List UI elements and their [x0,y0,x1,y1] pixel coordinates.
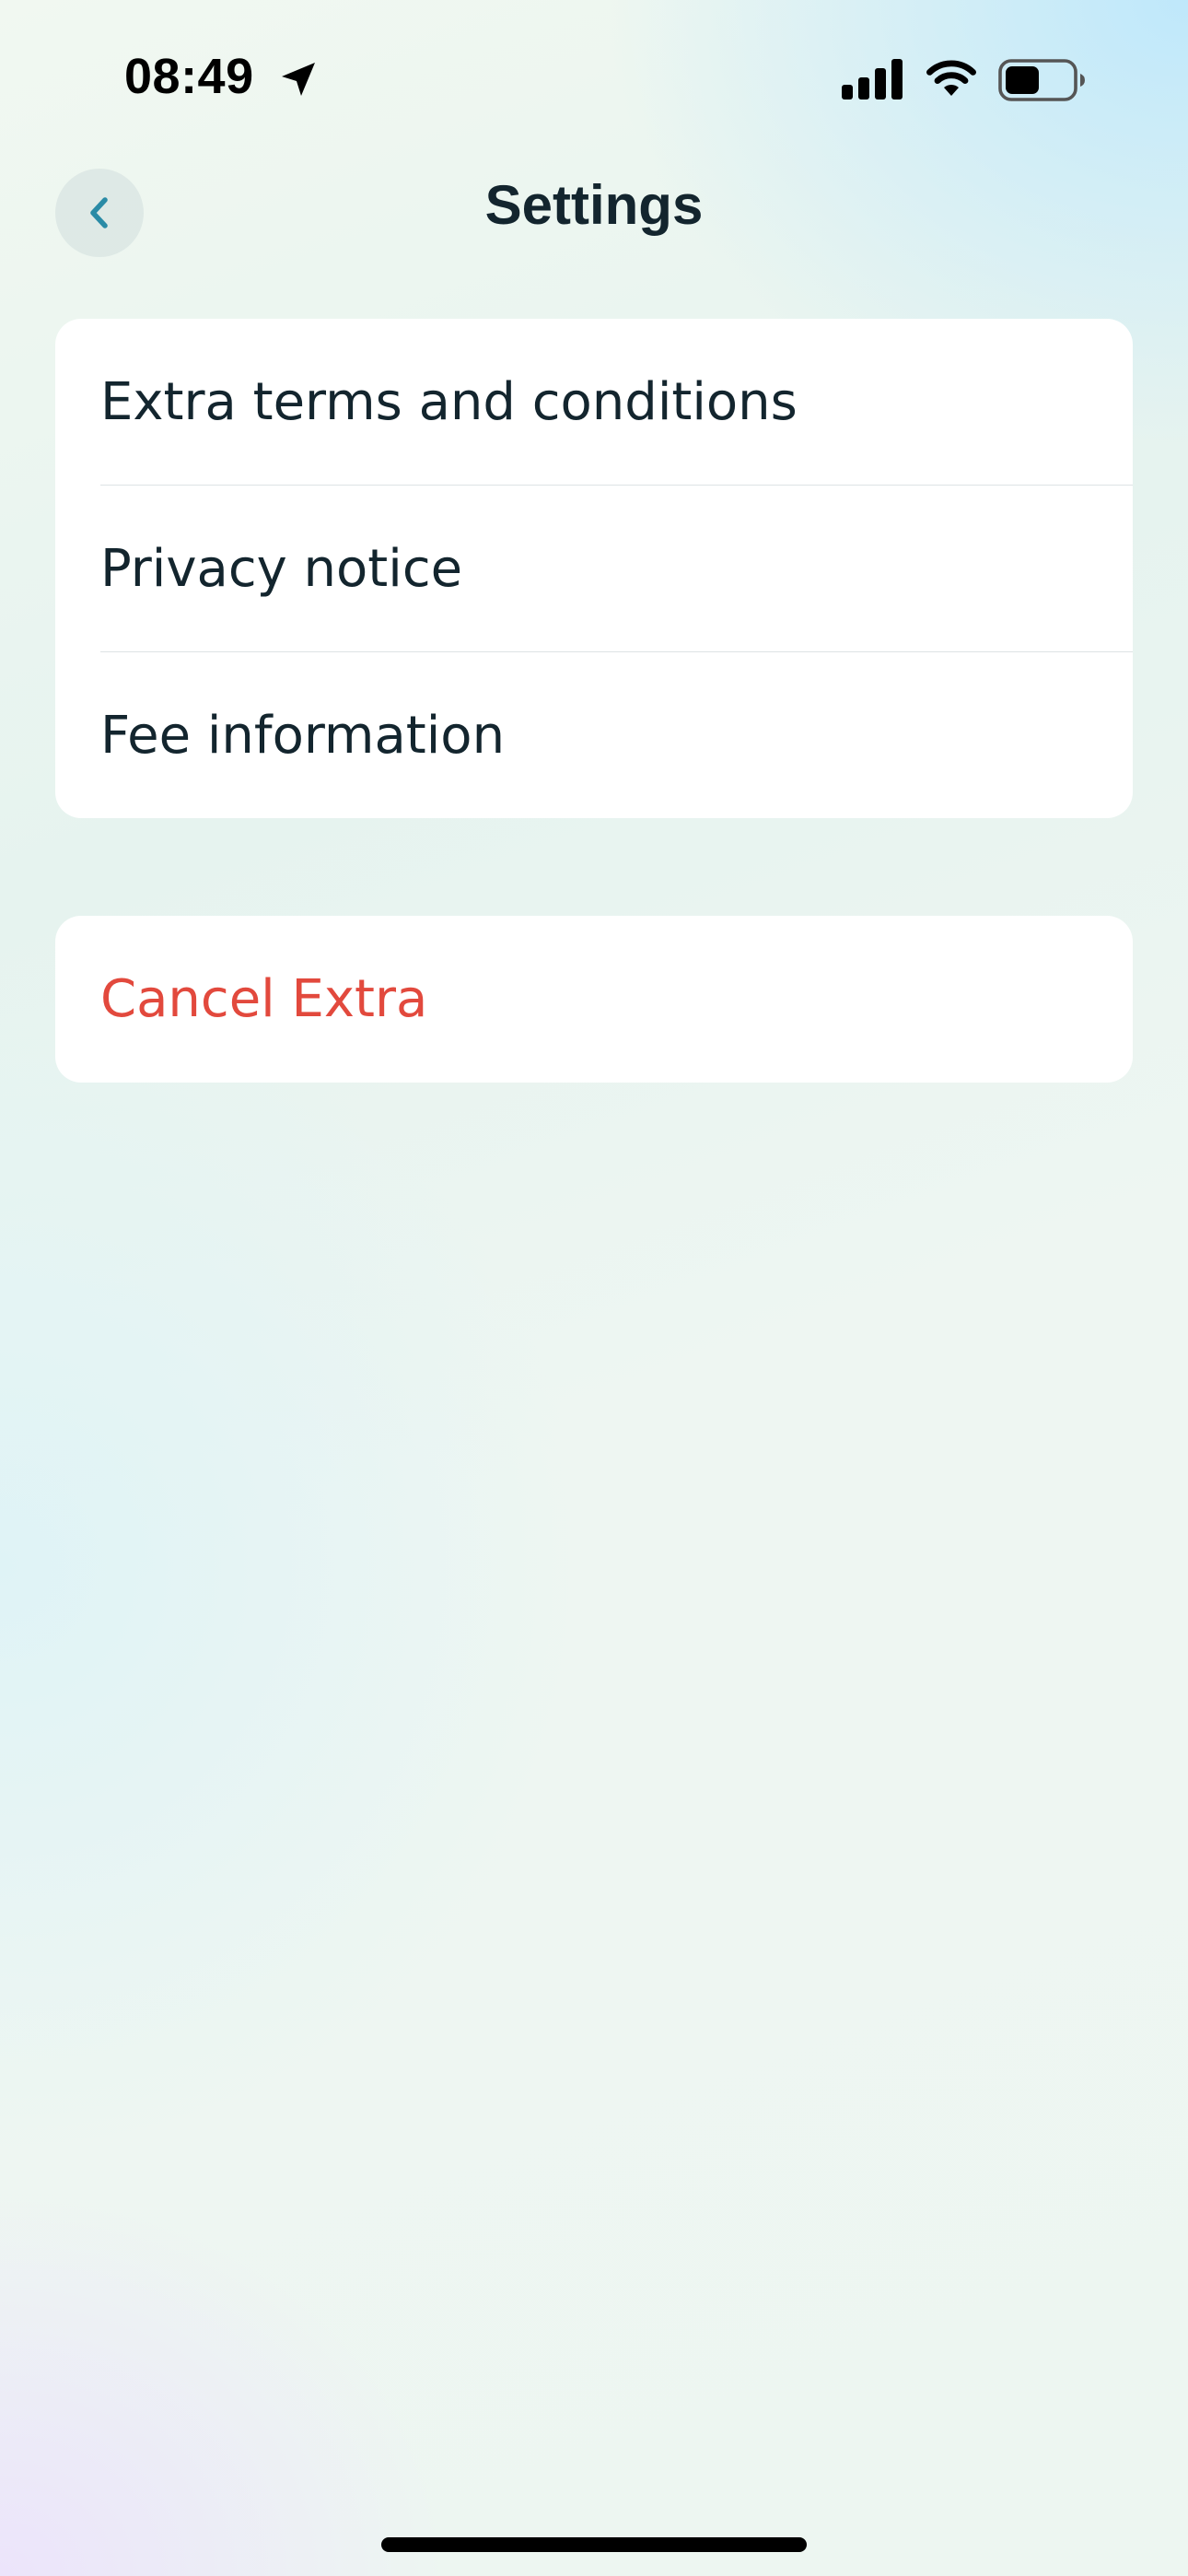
settings-list-card: Extra terms and conditions Privacy notic… [55,319,1133,818]
page-title: Settings [484,174,704,236]
cancel-card: Cancel Extra [55,916,1133,1083]
home-indicator[interactable] [381,2537,807,2552]
status-time: 08:49 [124,49,254,104]
list-item-label: Extra terms and conditions [100,371,798,432]
battery-icon [998,59,1085,101]
list-item-label: Fee information [100,705,506,766]
wifi-icon [926,60,976,96]
list-item-extra-terms[interactable]: Extra terms and conditions [55,319,1133,485]
list-item-fee-information[interactable]: Fee information [55,652,1133,818]
location-arrow-icon [282,63,315,96]
cellular-signal-icon [842,59,903,100]
list-item-privacy-notice[interactable]: Privacy notice [55,486,1133,651]
cancel-extra-label: Cancel Extra [100,969,428,1029]
status-bar: 08:49 [0,0,1188,157]
cancel-extra-button[interactable]: Cancel Extra [55,916,1133,1083]
navigation-bar: Settings [0,157,1188,258]
list-item-label: Privacy notice [100,538,463,599]
